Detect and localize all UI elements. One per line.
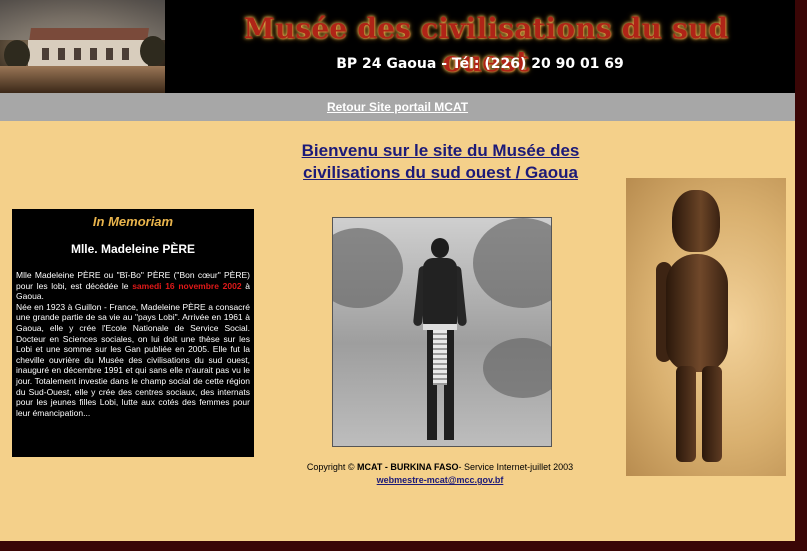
copyright-org: MCAT - BURKINA FASO xyxy=(357,462,459,472)
welcome-heading: Bienvenu sur le site du Musée des civili… xyxy=(268,140,613,184)
window-frame-right xyxy=(795,0,807,551)
memorial-name: Mlle. Madeleine PÈRE xyxy=(70,242,196,256)
historical-photo xyxy=(332,217,552,447)
lobi-statue-image xyxy=(626,178,786,476)
portal-return-link[interactable]: Retour Site portail MCAT xyxy=(0,100,795,114)
copyright-suffix: - Service Internet-juillet 2003 xyxy=(458,462,574,472)
welcome-line-1: Bienvenu sur le site du Musée des xyxy=(301,141,580,160)
site-header: Musée des civilisations du sud ouest BP … xyxy=(0,0,795,93)
memorial-title: In Memoriam xyxy=(92,214,174,229)
copyright-notice: Copyright © MCAT - BURKINA FASO- Service… xyxy=(270,462,610,472)
site-contact: BP 24 Gaoua - Tél: (226) 20 90 01 69 xyxy=(336,56,624,72)
memorial-date: samedi 16 novembre 2002 xyxy=(132,280,242,291)
museum-building-photo xyxy=(0,0,165,93)
welcome-line-2: civilisations du sud ouest / Gaoua xyxy=(303,163,578,182)
copyright-prefix: Copyright © xyxy=(306,462,358,472)
memorial-text-part3: Née en 1923 à Guillon - France, Madelein… xyxy=(16,301,250,418)
memorial-text: Mlle Madeleine PÈRE ou "Bî-Bo" PÈRE ("Bo… xyxy=(16,270,250,418)
window-frame-bottom xyxy=(0,541,807,551)
nav-bar: Retour Site portail MCAT xyxy=(0,93,795,121)
webmaster-email-link[interactable]: webmestre-mcat@mcc.gov.bf xyxy=(270,475,610,485)
memorial-box: In Memoriam Mlle. Madeleine PÈRE Mlle Ma… xyxy=(12,209,254,457)
